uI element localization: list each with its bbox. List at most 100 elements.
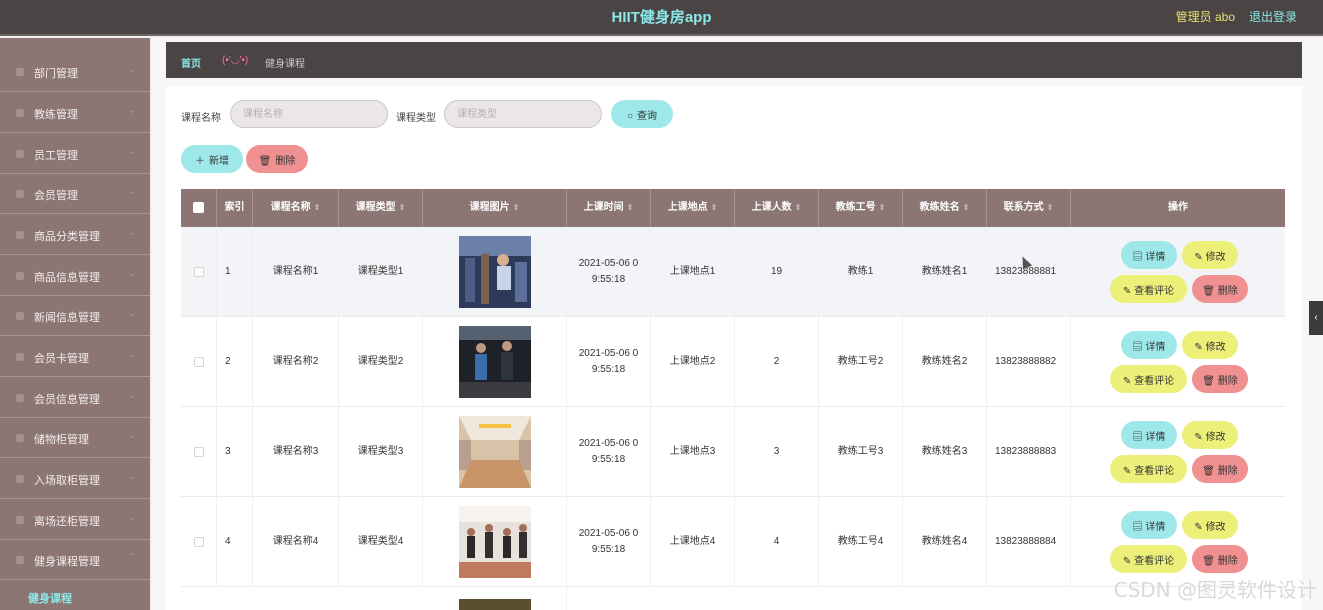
chevron-down-icon: ⌄ [127, 268, 136, 279]
sort-icon[interactable]: ⇕ [513, 203, 520, 212]
course-type-input[interactable] [444, 100, 602, 128]
cell-name: 课程名称4 [253, 497, 339, 587]
sidebar-item-exit-locker[interactable]: 离场还柜管理 ⌄ [0, 500, 150, 540]
detail-button[interactable]: ▤ 详情 [1121, 241, 1177, 269]
sidebar: 部门管理 ⌄ 教练管理 ⌄ 员工管理 ⌄ 会员管理 ⌄ 商品分类管理 ⌄ 商品信息管理 ⌄ … [0, 38, 150, 610]
sort-icon[interactable]: ⇕ [795, 203, 802, 212]
view-comments-button[interactable]: ✎ 查看评论 [1110, 365, 1187, 393]
sort-icon[interactable]: ⇕ [627, 203, 634, 212]
row-delete-button[interactable]: 🗑 删除 [1192, 275, 1248, 303]
row-checkbox[interactable] [193, 267, 204, 277]
sidebar-item-locker[interactable]: 储物柜管理 ⌄ [0, 418, 150, 458]
cell-coach-id: 教练1 [819, 227, 903, 317]
cell-phone: 13823888881 [987, 227, 1071, 317]
logout-link[interactable]: 退出登录 [1249, 8, 1297, 25]
column-header-coach-name[interactable]: 教练姓名 ⇕ [903, 189, 987, 227]
detail-button[interactable]: ▤ 详情 [1121, 331, 1177, 359]
sidebar-item-label: 离场还柜管理 [34, 516, 100, 528]
sidebar-item-course[interactable]: 健身课程管理 ⌃ [0, 540, 150, 580]
detail-button[interactable]: ▤ 详情 [1121, 511, 1177, 539]
menu-icon [16, 434, 24, 442]
edit-button[interactable]: ✎ 修改 [1182, 331, 1238, 359]
detail-button-label: 详情 [1145, 521, 1166, 533]
column-header-label: 教练工号 [835, 202, 876, 213]
column-header-label: 课程类型 [355, 202, 396, 213]
sidebar-item-news[interactable]: 新闻信息管理 ⌄ [0, 296, 150, 336]
view-comments-label: 查看评论 [1134, 555, 1175, 567]
column-header-place[interactable]: 上课地点 ⇕ [651, 189, 735, 227]
column-header-name[interactable]: 课程名称 ⇕ [253, 189, 339, 227]
sort-icon[interactable]: ⇕ [1047, 203, 1054, 212]
column-header-coach-id[interactable]: 教练工号 ⇕ [819, 189, 903, 227]
sidebar-item-member-info[interactable]: 会员信息管理 ⌄ [0, 378, 150, 418]
row-delete-button[interactable]: 🗑 删除 [1192, 365, 1248, 393]
collapse-panel-chevron-icon[interactable]: ‹ [1309, 301, 1323, 335]
course-image [458, 326, 531, 398]
sort-icon[interactable]: ⇕ [399, 203, 406, 212]
row-checkbox[interactable] [193, 537, 204, 547]
cell-coach-id: 教练工号3 [819, 407, 903, 497]
sidebar-item-product-category[interactable]: 商品分类管理 ⌄ [0, 215, 150, 255]
cell-actions: ▤ 详情 ✎ 修改 ✎ 查看评论 🗑 删除 [1071, 407, 1285, 497]
row-delete-button[interactable]: 🗑 删除 [1192, 455, 1248, 483]
sidebar-item-entry-locker[interactable]: 入场取柜管理 ⌄ [0, 459, 150, 499]
sidebar-item-member-card[interactable]: 会员卡管理 ⌄ [0, 337, 150, 377]
sidebar-item-department[interactable]: 部门管理 ⌄ [0, 52, 150, 92]
add-button[interactable]: ＋ 新增 [181, 145, 243, 173]
sort-icon[interactable]: ⇕ [314, 203, 321, 212]
menu-icon [16, 475, 24, 483]
view-comments-button[interactable]: ✎ 查看评论 [1110, 275, 1187, 303]
breadcrumb-home[interactable]: 首页 [181, 55, 201, 70]
chevron-down-icon: ⌄ [127, 430, 136, 441]
menu-icon [16, 272, 24, 280]
chevron-down-icon: ⌄ [127, 146, 136, 157]
column-header-count[interactable]: 上课人数 ⇕ [735, 189, 819, 227]
sidebar-item-product-info[interactable]: 商品信息管理 ⌄ [0, 256, 150, 296]
cell-count: 3 [735, 407, 819, 497]
cell-time-clock: 9:55:18 [591, 364, 626, 375]
sidebar-item-coach[interactable]: 教练管理 ⌄ [0, 93, 150, 133]
table-row: 3 课程名称3 课程类型3 2021-05-06 0 9:55:18 上课地点3 … [181, 407, 1285, 497]
row-delete-button[interactable]: 🗑 删除 [1192, 545, 1248, 573]
row-checkbox[interactable] [193, 357, 204, 367]
column-header-type[interactable]: 课程类型 ⇕ [339, 189, 423, 227]
sort-icon[interactable]: ⇕ [879, 203, 886, 212]
plus-icon: ＋ [195, 155, 205, 167]
top-bar: HIIT健身房app 管理员 abo 退出登录 [0, 0, 1323, 36]
sidebar-item-member[interactable]: 会员管理 ⌄ [0, 174, 150, 214]
view-comments-label: 查看评论 [1134, 375, 1175, 387]
query-button[interactable]: ○ 查询 [611, 100, 673, 128]
row-checkbox-cell [181, 227, 217, 317]
edit-button[interactable]: ✎ 修改 [1182, 421, 1238, 449]
row-delete-label: 删除 [1217, 555, 1238, 567]
column-header-time[interactable]: 上课时间 ⇕ [567, 189, 651, 227]
view-comments-button[interactable]: ✎ 查看评论 [1110, 455, 1187, 483]
cell-image [423, 407, 567, 497]
cell-index: 1 [217, 227, 253, 317]
view-comments-label: 查看评论 [1134, 285, 1175, 297]
sidebar-subitem-course[interactable]: 健身课程 [28, 590, 72, 606]
trash-icon: 🗑 [1202, 555, 1218, 567]
sort-icon[interactable]: ⇕ [963, 203, 970, 212]
edit-button-label: 修改 [1205, 521, 1226, 533]
sort-icon[interactable]: ⇕ [711, 203, 718, 212]
row-checkbox[interactable] [193, 447, 204, 457]
content-panel: 课程名称 课程类型 ○查询 ＋新增 🗑删除 索引 课程名称⇕ 课程类型⇕ 课程图… [166, 86, 1302, 610]
edit-button[interactable]: ✎ 修改 [1182, 241, 1238, 269]
course-name-input[interactable] [230, 100, 388, 128]
chevron-down-icon: ⌄ [127, 471, 136, 482]
sidebar-item-label: 部门管理 [34, 68, 78, 80]
column-header-image[interactable]: 课程图片 ⇕ [423, 189, 567, 227]
detail-button[interactable]: ▤ 详情 [1121, 421, 1177, 449]
batch-delete-button[interactable]: 🗑 删除 [246, 145, 308, 173]
cell-image [423, 497, 567, 587]
cell-phone: 13823888884 [987, 497, 1071, 587]
sidebar-item-label: 会员管理 [34, 190, 78, 202]
column-header-phone[interactable]: 联系方式 ⇕ [987, 189, 1071, 227]
sidebar-item-staff[interactable]: 员工管理 ⌄ [0, 134, 150, 174]
edit-button[interactable]: ✎ 修改 [1182, 511, 1238, 539]
pencil-icon: ✎ [1194, 341, 1206, 353]
select-all-checkbox[interactable] [193, 201, 204, 213]
view-comments-button[interactable]: ✎ 查看评论 [1110, 545, 1187, 573]
cell-type: 课程类型2 [339, 317, 423, 407]
